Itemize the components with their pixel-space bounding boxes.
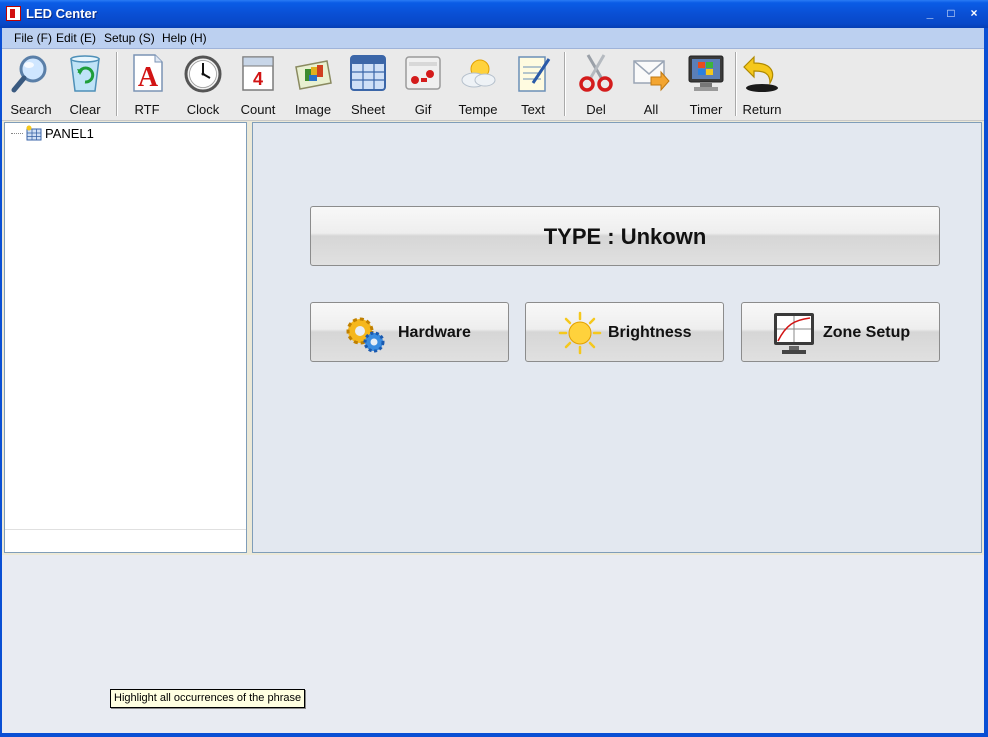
led-panel-icon (26, 125, 42, 141)
toolbar-label-all: All (643, 102, 659, 117)
toolbar-gif-button[interactable]: Gif (396, 49, 450, 120)
toolbar-label-timer: Timer (689, 102, 723, 117)
gears-icon (346, 317, 385, 353)
zone-setup-button[interactable]: Zone Setup (741, 302, 940, 362)
type-label: TYPE : Unkown (543, 224, 707, 249)
calendar-icon: 4 (242, 56, 274, 91)
notepad-icon (518, 56, 551, 92)
sheet-icon (350, 55, 386, 91)
recycle-bin-icon (70, 55, 100, 92)
toolbar-label-search: Search (10, 102, 52, 117)
toolbar-label-return: Return (742, 102, 782, 117)
window-title: LED Center (26, 6, 97, 21)
monitor-icon (688, 55, 724, 91)
svg-text:A: A (138, 62, 159, 93)
toolbar-separator (116, 52, 118, 116)
minimize-button[interactable]: _ (922, 6, 938, 21)
tree-footer (5, 529, 246, 552)
sun-icon (558, 311, 602, 355)
maximize-button[interactable]: □ (943, 6, 959, 21)
clock-icon (184, 55, 222, 93)
hardware-button[interactable]: Hardware (310, 302, 509, 362)
menu-bar: File (F) Edit (E) Setup (S) Help (H) (0, 28, 988, 49)
toolbar-label-clear: Clear (69, 102, 101, 117)
toolbar-return-button[interactable]: Return (735, 49, 789, 120)
tree-node-label: PANEL1 (45, 126, 94, 141)
toolbar-tempe-button[interactable]: Tempe (451, 49, 505, 120)
toolbar-separator (564, 52, 566, 116)
menu-edit[interactable]: Edit (E) (56, 31, 96, 45)
bottom-area (0, 555, 988, 737)
menu-setup[interactable]: Setup (S) (104, 31, 155, 45)
image-icon (295, 60, 332, 90)
toolbar-clear-button[interactable]: Clear (58, 49, 112, 120)
window-frame-left (0, 28, 2, 737)
hardware-label: Hardware (398, 324, 471, 341)
toolbar-del-button[interactable]: Del (569, 49, 623, 120)
envelope-icon (633, 60, 670, 92)
return-arrow-icon (743, 55, 778, 92)
toolbar-label-sheet: Sheet (351, 102, 385, 117)
gif-icon (405, 56, 441, 90)
toolbar-label-count: Count (240, 102, 276, 117)
magnifier-icon (11, 55, 47, 93)
toolbar-search-button[interactable]: Search (4, 49, 58, 120)
toolbar-label-text: Text (521, 102, 545, 117)
monitor-chart-icon (774, 313, 814, 354)
brightness-button[interactable]: Brightness (525, 302, 724, 362)
toolbar-label-gif: Gif (414, 102, 432, 117)
toolbar-clock-button[interactable]: Clock (176, 49, 230, 120)
led-center-window: LED Center _ □ × File (F) Edit (E) Setup… (0, 0, 988, 737)
toolbar-image-button[interactable]: Image (286, 49, 340, 120)
title-bar[interactable]: LED Center _ □ × (0, 0, 988, 28)
toolbar-label-image: Image (294, 102, 332, 117)
panel-tree-view[interactable]: PANEL1 (4, 122, 247, 553)
scissors-icon (579, 54, 613, 92)
window-frame-right (984, 28, 988, 737)
tooltip: Highlight all occurrences of the phrase (110, 689, 306, 708)
menu-help[interactable]: Help (H) (162, 31, 207, 45)
toolbar-timer-button[interactable]: Timer (679, 49, 733, 120)
window-frame-bottom (0, 733, 988, 737)
type-button[interactable]: TYPE : Unkown (310, 206, 940, 266)
menu-file[interactable]: File (F) (14, 31, 52, 45)
toolbar-rtf-button[interactable]: A RTF (120, 49, 174, 120)
toolbar-label-rtf: RTF (134, 102, 160, 117)
toolbar: Search Clear A RTF Clock 4 Count Image S… (0, 49, 988, 121)
main-panel: TYPE : Unkown Hardware Brightness Zone S… (252, 122, 982, 553)
svg-text:4: 4 (253, 69, 263, 89)
close-button[interactable]: × (966, 6, 982, 21)
toolbar-count-button[interactable]: 4 Count (231, 49, 285, 120)
toolbar-sheet-button[interactable]: Sheet (341, 49, 395, 120)
toolbar-label-tempe: Tempe (458, 102, 498, 117)
rtf-document-icon: A (133, 54, 163, 93)
toolbar-label-del: Del (586, 102, 606, 117)
weather-icon (461, 59, 496, 88)
brightness-label: Brightness (608, 324, 692, 341)
tree-connector (11, 133, 23, 134)
toolbar-label-clock: Clock (186, 102, 220, 117)
toolbar-text-button[interactable]: Text (506, 49, 560, 120)
toolbar-all-button[interactable]: All (624, 49, 678, 120)
app-icon (6, 6, 21, 21)
zone-setup-label: Zone Setup (823, 324, 911, 341)
